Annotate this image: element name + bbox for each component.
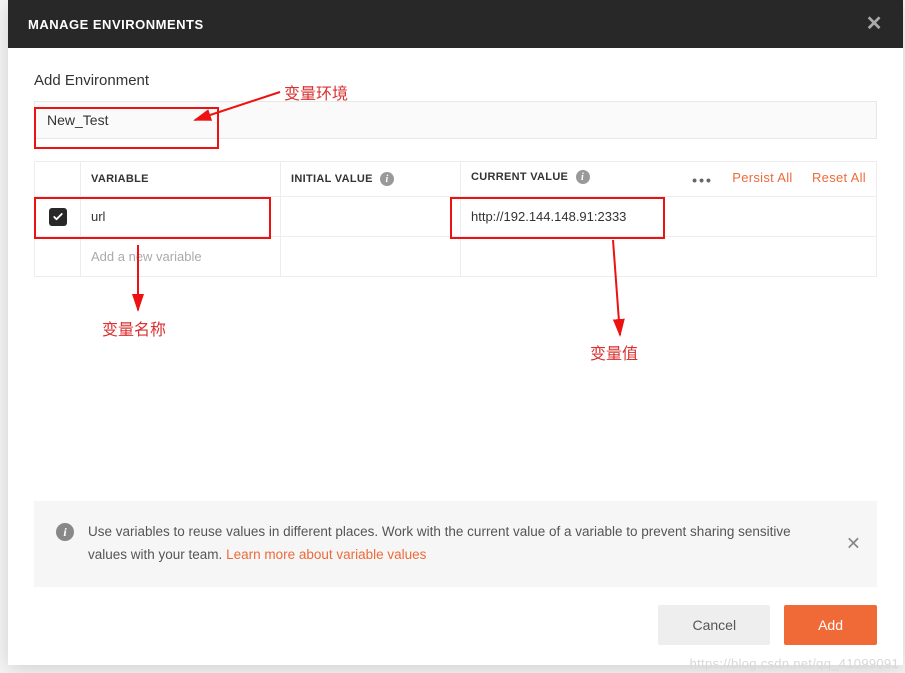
new-initial-input[interactable] bbox=[281, 237, 460, 276]
col-header-initial: INITIAL VALUE i bbox=[281, 162, 461, 197]
new-current-input[interactable] bbox=[461, 237, 876, 276]
manage-environments-modal: MANAGE ENVIRONMENTS ✕ Add Environment VA… bbox=[8, 0, 903, 665]
initial-value-input[interactable] bbox=[281, 197, 460, 236]
table-row-new bbox=[35, 237, 877, 277]
modal-body: Add Environment VARIABLE INITIAL VALUE i… bbox=[8, 48, 903, 587]
help-text: Use variables to reuse values in differe… bbox=[88, 521, 829, 567]
variable-name-input[interactable] bbox=[81, 197, 280, 236]
current-value-input[interactable] bbox=[461, 197, 876, 236]
new-variable-input[interactable] bbox=[81, 237, 280, 276]
add-button[interactable]: Add bbox=[784, 605, 877, 645]
watermark: https://blog.csdn.net/qq_41099091 bbox=[690, 656, 899, 671]
info-icon[interactable]: i bbox=[380, 172, 394, 186]
info-icon[interactable]: i bbox=[576, 170, 590, 184]
help-banner: i Use variables to reuse values in diffe… bbox=[34, 501, 877, 587]
modal-title: MANAGE ENVIRONMENTS bbox=[28, 17, 204, 32]
info-icon: i bbox=[56, 523, 74, 541]
persist-all-button[interactable]: Persist All bbox=[732, 170, 792, 185]
col-header-check bbox=[35, 162, 81, 197]
reset-all-button[interactable]: Reset All bbox=[812, 170, 866, 185]
more-actions-button[interactable]: ••• bbox=[692, 172, 713, 188]
modal-header: MANAGE ENVIRONMENTS ✕ bbox=[8, 0, 903, 48]
close-icon[interactable]: ✕ bbox=[866, 14, 883, 34]
section-title: Add Environment bbox=[34, 72, 877, 89]
environment-name-input[interactable] bbox=[34, 101, 877, 139]
help-close-icon[interactable]: ✕ bbox=[846, 529, 861, 560]
col-header-variable: VARIABLE bbox=[81, 162, 281, 197]
col-header-current-label: CURRENT VALUE i bbox=[471, 171, 590, 183]
modal-footer: Cancel Add bbox=[8, 587, 903, 665]
row-checkbox[interactable] bbox=[49, 208, 67, 226]
learn-more-link[interactable]: Learn more about variable values bbox=[226, 547, 426, 562]
cancel-button[interactable]: Cancel bbox=[658, 605, 770, 645]
col-header-current-actions: CURRENT VALUE i ••• Persist All Reset Al… bbox=[461, 162, 877, 197]
variables-table: VARIABLE INITIAL VALUE i CURRENT VALUE i… bbox=[34, 161, 877, 277]
table-row bbox=[35, 197, 877, 237]
